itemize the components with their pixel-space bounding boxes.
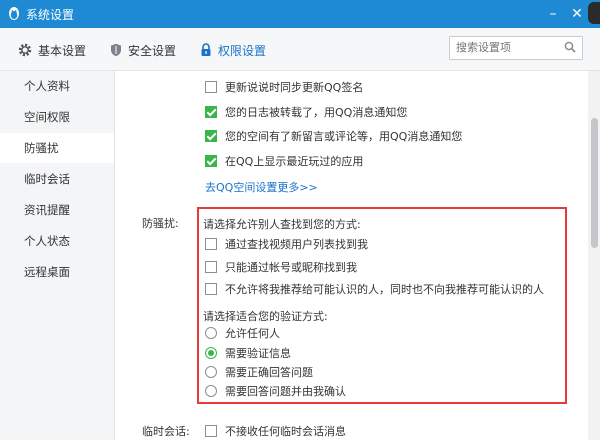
search-box[interactable] [449, 36, 583, 60]
minimize-button[interactable]: – [542, 4, 564, 24]
verify-option-row[interactable]: 需要正确回答问题 [205, 364, 313, 380]
option-label: 您的日志被转载了，用QQ消息通知您 [225, 106, 408, 119]
tab-security-settings[interactable]: 安全设置 [110, 40, 176, 60]
window-title: 系统设置 [26, 8, 75, 22]
sidebar-item-status[interactable]: 个人状态 [0, 226, 114, 256]
find-methods-title: 请选择允许别人查找到您的方式: [203, 218, 361, 231]
option-label: 只能通过帐号或昵称找到我 [225, 261, 357, 274]
verify-option-row[interactable]: 需要验证信息 [205, 345, 291, 361]
checkbox[interactable] [205, 238, 217, 250]
avatar[interactable] [588, 2, 600, 24]
space-option-row[interactable]: 在QQ上显示最近玩过的应用 [205, 153, 363, 169]
scrollbar-thumb[interactable] [591, 118, 598, 248]
sidebar-item-remote-desktop[interactable]: 远程桌面 [0, 257, 114, 287]
sidebar-item-space-permissions[interactable]: 空间权限 [0, 102, 114, 132]
checkbox[interactable] [205, 425, 217, 437]
checkbox-checked[interactable] [205, 130, 217, 142]
sidebar-item-anti-harassment[interactable]: 防骚扰 [0, 133, 114, 163]
qq-penguin-icon [6, 5, 22, 21]
top-nav: 基本设置 安全设置 权限设置 [0, 28, 600, 71]
find-option-row[interactable]: 不允许将我推荐给可能认识的人，同时也不向我推荐可能认识的人 [205, 281, 544, 297]
sidebar-item-news-alerts[interactable]: 资讯提醒 [0, 195, 114, 225]
checkbox-checked[interactable] [205, 155, 217, 167]
title-bar: 系统设置 – ✕ [0, 0, 600, 28]
option-label: 需要回答问题并由我确认 [225, 385, 346, 398]
option-label: 更新说说时同步更新QQ签名 [225, 81, 364, 94]
option-label: 允许任何人 [225, 327, 280, 340]
verify-option-row[interactable]: 允许任何人 [205, 325, 280, 341]
tab-label: 权限设置 [218, 43, 267, 58]
temp-session-option-row[interactable]: 不接收任何临时会话消息 [205, 423, 346, 439]
option-label: 在QQ上显示最近玩过的应用 [225, 155, 364, 168]
radio-button-selected[interactable] [205, 347, 217, 359]
lock-icon [200, 43, 212, 57]
verify-option-row[interactable]: 需要回答问题并由我确认 [205, 383, 346, 399]
radio-button[interactable] [205, 366, 217, 378]
tab-label: 安全设置 [128, 43, 177, 58]
verify-methods-title: 请选择适合您的验证方式: [203, 310, 328, 323]
settings-content: 更新说说时同步更新QQ签名 您的日志被转载了，用QQ消息通知您 您的空间有了新留… [115, 71, 585, 440]
sidebar-item-temp-session[interactable]: 临时会话 [0, 164, 114, 194]
option-label: 您的空间有了新留言或评论等，用QQ消息通知您 [225, 130, 463, 143]
find-option-row[interactable]: 通过查找视频用户列表找到我 [205, 236, 368, 252]
checkbox[interactable] [205, 261, 217, 273]
close-button[interactable]: ✕ [566, 4, 588, 24]
temp-session-label: 临时会话: [142, 425, 190, 438]
space-option-row[interactable]: 更新说说时同步更新QQ签名 [205, 79, 363, 95]
radio-button[interactable] [205, 327, 217, 339]
option-label: 需要正确回答问题 [225, 366, 313, 379]
checkbox[interactable] [205, 283, 217, 295]
space-option-row[interactable]: 您的空间有了新留言或评论等，用QQ消息通知您 [205, 128, 462, 144]
shield-icon [110, 43, 122, 57]
space-option-row[interactable]: 您的日志被转载了，用QQ消息通知您 [205, 104, 407, 120]
search-icon[interactable] [564, 41, 576, 56]
gear-icon [18, 43, 32, 57]
qzone-more-settings-link[interactable]: 去QQ空间设置更多>> [205, 179, 318, 195]
find-option-row[interactable]: 只能通过帐号或昵称找到我 [205, 259, 357, 275]
sidebar-item-profile[interactable]: 个人资料 [0, 71, 114, 101]
option-label: 通过查找视频用户列表找到我 [225, 238, 368, 251]
radio-button[interactable] [205, 385, 217, 397]
option-label: 需要验证信息 [225, 347, 291, 360]
option-label: 不接收任何临时会话消息 [225, 425, 346, 438]
tab-label: 基本设置 [38, 43, 87, 58]
anti-harassment-label: 防骚扰: [142, 217, 179, 230]
checkbox[interactable] [205, 81, 217, 93]
sidebar: 个人资料 空间权限 防骚扰 临时会话 资讯提醒 个人状态 远程桌面 [0, 71, 115, 440]
search-input[interactable] [450, 37, 556, 57]
option-label: 不允许将我推荐给可能认识的人，同时也不向我推荐可能认识的人 [225, 283, 544, 296]
checkbox-checked[interactable] [205, 106, 217, 118]
tab-privacy-settings[interactable]: 权限设置 [200, 40, 266, 60]
tab-basic-settings[interactable]: 基本设置 [18, 40, 86, 60]
